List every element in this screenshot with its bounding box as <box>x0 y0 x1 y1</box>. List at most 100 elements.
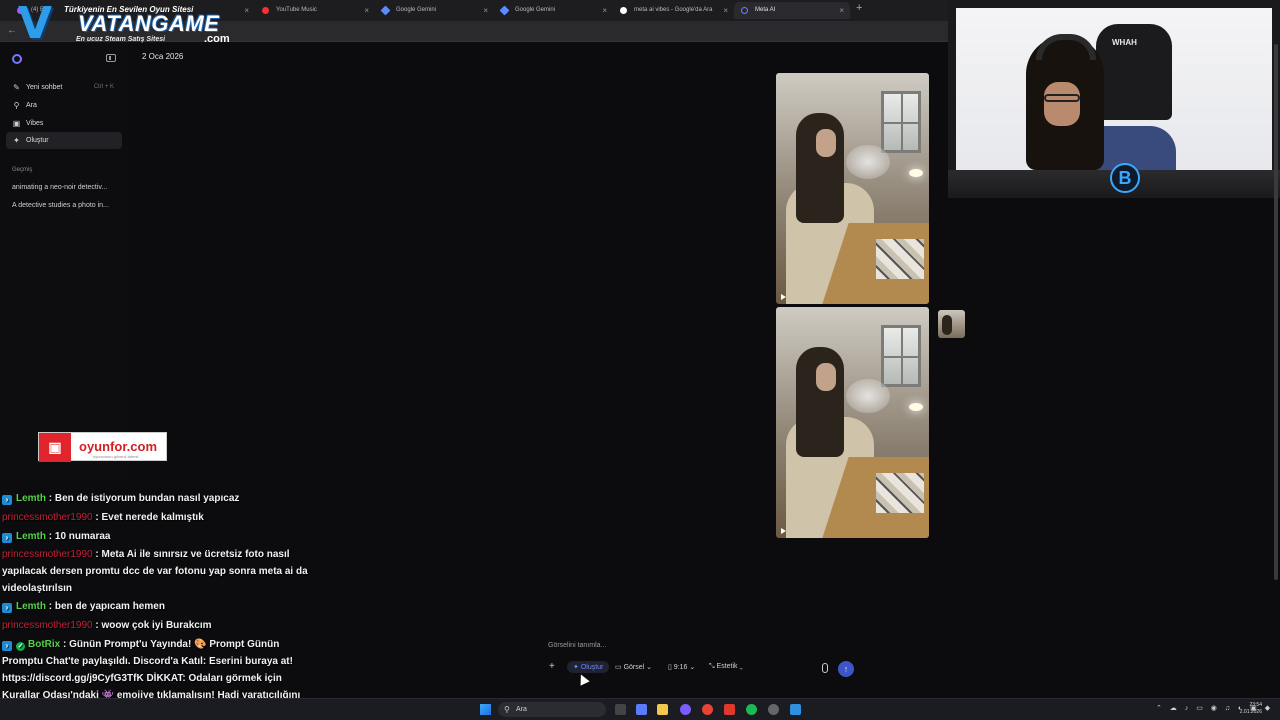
history-item[interactable]: animating a neo-noir detectiv... <box>12 184 107 191</box>
tab-label: Google Gemini <box>515 7 556 13</box>
chat-text: : Evet nerede kalmıştık <box>95 512 204 523</box>
scene-face <box>816 363 836 391</box>
sidebar: ✎ Yeni sohbet Ctrl + K ⚲ Ara ▣ Vibes ✦ O… <box>0 42 128 482</box>
aspect-ratio-dropdown[interactable]: ▯ 9:16 ⌄ <box>668 663 695 671</box>
google-icon <box>620 7 627 14</box>
oyunfor-sponsor-banner: ▣ oyunfor.com oyuncunun güvenli adresi <box>38 432 167 462</box>
subscriber-badge-icon: › <box>2 641 12 651</box>
webcam-overlay: WHAH B <box>948 0 1280 198</box>
history-heading: Geçmiş <box>12 167 33 173</box>
create-mode-label: Oluştur <box>580 664 604 671</box>
chat-message: princessmother1990 : Meta Ai ile sınırsı… <box>2 546 322 597</box>
chevron-down-icon: ⌄ <box>687 664 696 671</box>
scene-photos <box>876 473 924 513</box>
youtube-music-icon <box>262 7 269 14</box>
meta-ai-icon <box>741 7 748 14</box>
scene-photos <box>876 239 924 279</box>
close-icon[interactable]: × <box>839 2 844 19</box>
chevron-down-icon: ⌄ <box>737 663 743 670</box>
tab-3[interactable]: Google Gemini × <box>375 2 494 19</box>
sidebar-item-new-chat[interactable]: ✎ Yeni sohbet Ctrl + K <box>6 79 122 96</box>
play-icon[interactable] <box>781 294 786 300</box>
sidebar-item-vibes[interactable]: ▣ Vibes <box>6 115 122 132</box>
conversation-date: 2 Oca 2026 <box>142 52 184 61</box>
close-icon[interactable]: × <box>602 2 607 19</box>
sidebar-toggle-icon[interactable] <box>106 54 116 62</box>
prompt-input[interactable]: Görselini tanımla... <box>548 642 606 649</box>
sidebar-item-search[interactable]: ⚲ Ara <box>6 97 122 114</box>
generated-video-card[interactable] <box>776 307 929 538</box>
tab-5[interactable]: meta ai vibes - Google'da Ara × <box>613 2 734 19</box>
sidebar-item-create[interactable]: ✦ Oluştur <box>6 132 122 149</box>
generated-image <box>776 307 929 538</box>
vatangame-v-mark: V <box>18 0 53 49</box>
close-icon[interactable]: × <box>364 2 369 19</box>
close-icon[interactable]: × <box>244 2 249 19</box>
chat-text: : woow çok iyi Burakcım <box>95 620 212 631</box>
copilot-icon[interactable] <box>636 704 647 715</box>
tab-label: Google Gemini <box>396 7 437 13</box>
sidebar-item-label: Oluştur <box>26 137 49 144</box>
windows-taskbar: ⚲ Ara ⌃ ☁ ♪ ▭ ◉ ♫ ◐ ▣ ◆ 23:54 2.01.2026 <box>0 698 1280 720</box>
gemini-icon <box>499 5 510 16</box>
oyunfor-subtitle: oyuncunun güvenli adresi <box>93 454 139 459</box>
sidebar-item-label: Vibes <box>26 120 44 127</box>
vivaldi-icon[interactable] <box>724 704 735 715</box>
page-scrollbar[interactable] <box>1274 44 1278 580</box>
scene-smoke <box>846 145 890 179</box>
spotify-icon[interactable] <box>746 704 757 715</box>
style-dropdown[interactable]: ⤡ Estetik ⌄ <box>709 663 743 671</box>
twitch-icon: ▣ <box>39 433 71 462</box>
style-label: Estetik <box>716 663 738 670</box>
scene-lamp <box>909 403 923 411</box>
chat-username: Lemth <box>16 493 46 504</box>
verified-bot-icon: ✓ <box>16 642 25 651</box>
back-arrow-icon[interactable]: ← <box>7 25 17 36</box>
play-icon[interactable] <box>781 528 786 534</box>
tab-2[interactable]: YouTube Music × <box>255 2 375 19</box>
chrome-icon[interactable] <box>702 704 713 715</box>
clock[interactable]: 23:54 2.01.2026 <box>1232 702 1262 716</box>
sidebar-item-label: Ara <box>26 102 37 109</box>
history-item[interactable]: A detective studies a photo in... <box>12 202 109 209</box>
new-tab-button[interactable]: + <box>856 2 862 14</box>
edit-icon: ✎ <box>13 83 20 92</box>
close-icon[interactable]: × <box>483 2 488 19</box>
file-explorer-icon[interactable] <box>657 704 668 715</box>
tab-meta-ai[interactable]: Meta AI × <box>734 2 850 19</box>
thumb-figure <box>942 315 952 335</box>
image-mode-dropdown[interactable]: ▭ Görsel ⌄ <box>615 663 652 671</box>
subscriber-badge-icon: › <box>2 603 12 613</box>
search-icon: ⚲ <box>13 101 20 110</box>
chat-username: princessmother1990 <box>2 620 93 631</box>
generated-video-card[interactable] <box>776 73 929 304</box>
subscriber-badge-icon: › <box>2 495 12 505</box>
chair-logo-text: WHAH <box>1112 38 1137 47</box>
channel-badge-icon: B <box>1110 163 1140 193</box>
chat-message: princessmother1990 : Evet nerede kalmışt… <box>2 509 322 526</box>
add-attachment-button[interactable]: + <box>549 661 555 672</box>
microphone-icon[interactable] <box>822 663 828 673</box>
chat-text: : Ben de istiyorum bundan nasıl yapıcaz <box>48 493 240 504</box>
app-icon[interactable] <box>790 704 801 715</box>
taskbar-search[interactable]: ⚲ Ara <box>498 702 606 717</box>
sparkle-icon: ✦ <box>13 136 20 145</box>
meta-ai-logo-icon[interactable] <box>12 54 22 64</box>
close-icon[interactable]: × <box>723 2 728 19</box>
gemini-icon <box>380 5 391 16</box>
tab-4[interactable]: Google Gemini × <box>494 2 613 19</box>
create-mode-button[interactable]: ✦ Oluştur <box>567 661 610 673</box>
chat-message: › Lemth : Ben de istiyorum bundan nasıl y… <box>2 490 322 507</box>
reference-thumbnail[interactable] <box>938 310 965 338</box>
discord-icon[interactable] <box>680 704 691 715</box>
vatangame-domain: .com <box>204 33 230 45</box>
task-view-icon[interactable] <box>615 704 626 715</box>
shortcut-hint: Ctrl + K <box>93 84 114 90</box>
image-mode-label: Görsel <box>623 664 645 671</box>
windows-start-icon[interactable] <box>480 704 491 715</box>
settings-icon[interactable] <box>768 704 779 715</box>
send-button[interactable]: ↑ <box>838 661 854 677</box>
scene-face <box>816 129 836 157</box>
glasses <box>1044 94 1080 102</box>
chat-text: : ben de yapıcam hemen <box>48 601 165 612</box>
